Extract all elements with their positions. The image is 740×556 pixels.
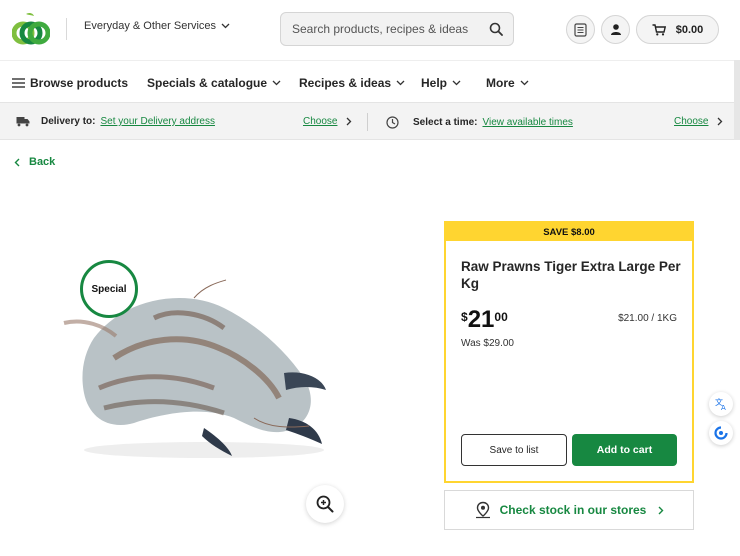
nav-recipes[interactable]: Recipes & ideas: [299, 76, 405, 90]
nav-label: Help: [421, 76, 448, 90]
choose-label: Choose: [303, 116, 338, 127]
delivery-info: Delivery to: Set your Delivery address: [16, 116, 215, 127]
choose-label: Choose: [674, 116, 709, 127]
back-label: Back: [29, 156, 56, 168]
location-pin-icon: [475, 501, 490, 519]
zoom-button[interactable]: [306, 485, 344, 523]
price-cents: 00: [494, 310, 508, 324]
assistant-button[interactable]: [709, 421, 733, 445]
special-badge-label: Special: [91, 283, 127, 295]
chevron-down-icon: [396, 80, 405, 86]
chevron-right-icon: [718, 117, 723, 126]
unit-price: $21.00 / 1KG: [618, 313, 677, 324]
chevron-left-icon: [14, 158, 20, 166]
nav-help[interactable]: Help: [421, 76, 461, 90]
top-header: Everyday & Other Services $0.00: [0, 0, 740, 60]
cart-icon: [652, 23, 666, 35]
price-dollars: 21: [467, 306, 495, 333]
search-icon[interactable]: [489, 22, 503, 36]
save-to-list-button[interactable]: Save to list: [461, 434, 567, 466]
nav-label: Specials & catalogue: [147, 76, 268, 90]
delivery-choose-button[interactable]: Choose: [303, 116, 352, 127]
nav-label: Recipes & ideas: [299, 76, 392, 90]
main-nav: Browse products Specials & catalogue Rec…: [0, 60, 740, 102]
menu-icon: [12, 78, 25, 88]
delivery-label: Delivery to:: [41, 116, 96, 127]
user-icon: [610, 24, 621, 35]
cart-button[interactable]: $0.00: [636, 15, 719, 44]
cart-total: $0.00: [675, 23, 704, 36]
check-stock-label: Check stock in our stores: [499, 503, 647, 517]
services-dropdown[interactable]: Everyday & Other Services: [84, 20, 230, 32]
translate-icon: 文A: [715, 397, 726, 411]
was-price: Was $29.00: [461, 338, 514, 349]
chevron-right-icon: [658, 506, 664, 514]
chevron-down-icon: [272, 80, 281, 86]
nav-label: Browse products: [30, 76, 129, 90]
list-icon: [574, 22, 587, 37]
translate-button[interactable]: 文A: [709, 392, 733, 416]
special-badge: Special: [80, 260, 138, 318]
nav-more[interactable]: More: [486, 76, 529, 90]
woolworths-logo[interactable]: [12, 12, 50, 46]
scrollbar[interactable]: [734, 60, 740, 140]
add-to-cart-button[interactable]: Add to cart: [572, 434, 677, 466]
time-info: Select a time: View available times: [386, 116, 573, 129]
chevron-down-icon: [452, 80, 461, 86]
time-choose-button[interactable]: Choose: [674, 116, 723, 127]
services-label: Everyday & Other Services: [84, 20, 217, 32]
available-times-link[interactable]: View available times: [482, 117, 572, 128]
save-banner: SAVE $8.00: [446, 223, 692, 241]
delivery-bar: Delivery to: Set your Delivery address C…: [0, 102, 740, 140]
header-divider: [66, 18, 67, 40]
product-card: SAVE $8.00 Raw Prawns Tiger Extra Large …: [444, 221, 694, 483]
chevron-right-icon: [347, 117, 352, 126]
save-banner-label: SAVE $8.00: [543, 226, 595, 238]
clock-icon: [386, 116, 399, 129]
svg-text:A: A: [721, 404, 726, 411]
list-button[interactable]: [566, 15, 595, 44]
nav-label: More: [486, 76, 515, 90]
search-box: [280, 12, 514, 46]
chevron-down-icon: [520, 80, 529, 86]
search-input[interactable]: [292, 22, 489, 36]
truck-icon: [16, 117, 30, 127]
product-price: $ 21 00: [461, 307, 508, 333]
back-link[interactable]: Back: [14, 156, 55, 168]
delivery-separator: [367, 113, 368, 131]
zoom-in-icon: [316, 495, 334, 513]
assistant-icon: [714, 426, 728, 440]
chevron-down-icon: [221, 23, 230, 29]
product-title: Raw Prawns Tiger Extra Large Per Kg: [461, 259, 681, 291]
nav-browse-products[interactable]: Browse products: [12, 76, 128, 90]
price-currency: $: [461, 310, 468, 324]
account-button[interactable]: [601, 15, 630, 44]
check-stock-button[interactable]: Check stock in our stores: [444, 490, 694, 530]
delivery-address-link[interactable]: Set your Delivery address: [100, 116, 215, 127]
nav-specials[interactable]: Specials & catalogue: [147, 76, 281, 90]
time-label: Select a time:: [413, 117, 478, 128]
